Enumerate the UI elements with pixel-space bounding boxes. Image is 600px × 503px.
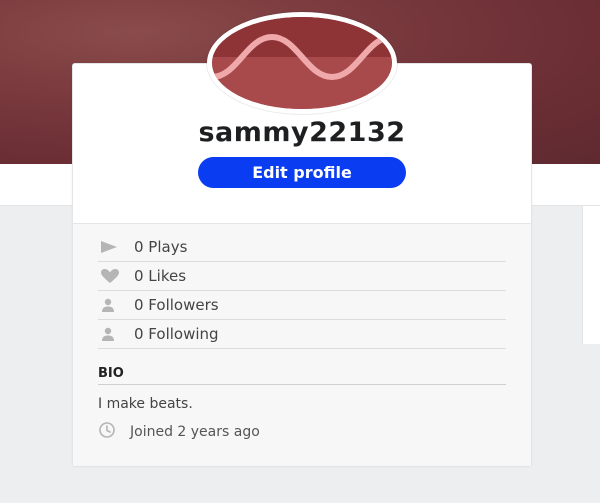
username: sammy22132 xyxy=(198,117,406,148)
followers-count: 0 Followers xyxy=(134,296,219,314)
stat-row-likes[interactable]: 0 Likes xyxy=(98,262,506,291)
user-icon xyxy=(100,326,122,342)
bio-text: I make beats. xyxy=(98,396,193,412)
play-icon xyxy=(100,239,122,255)
stat-row-followers[interactable]: 0 Followers xyxy=(98,291,506,320)
following-count: 0 Following xyxy=(134,325,219,343)
clock-icon xyxy=(98,421,116,443)
waveform-avatar-icon xyxy=(212,17,392,109)
edit-profile-button[interactable]: Edit profile xyxy=(198,157,406,188)
stat-row-following[interactable]: 0 Following xyxy=(98,320,506,349)
joined-date: Joined 2 years ago xyxy=(130,424,260,440)
side-panel-edge xyxy=(582,206,600,344)
likes-count: 0 Likes xyxy=(134,267,187,285)
stat-row-plays[interactable]: 0 Plays xyxy=(98,233,506,262)
bio-divider xyxy=(98,384,506,385)
user-icon xyxy=(100,297,122,313)
avatar[interactable] xyxy=(207,12,397,114)
joined-info: Joined 2 years ago xyxy=(98,422,260,442)
heart-icon xyxy=(100,268,122,284)
plays-count: 0 Plays xyxy=(134,238,188,256)
bio-heading: BIO xyxy=(98,366,124,381)
